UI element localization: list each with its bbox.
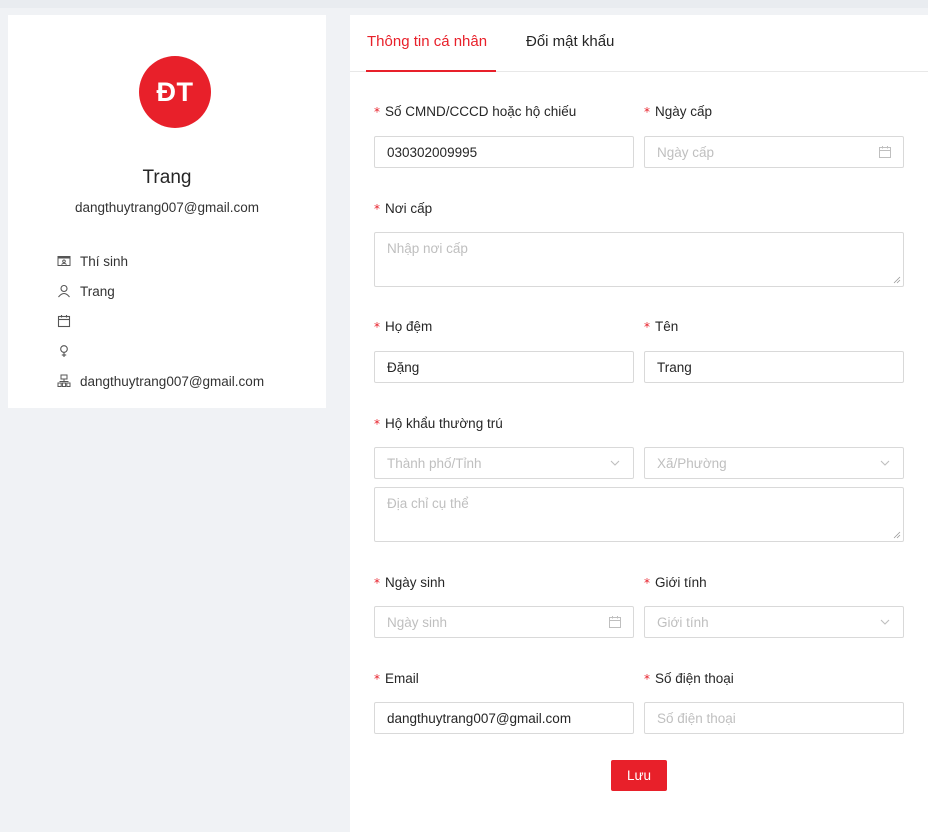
info-organization-text: dangthuytrang007@gmail.com	[80, 373, 265, 389]
middle-name-input[interactable]: Đặng	[374, 351, 634, 383]
issue-date-placeholder: Ngày cấp	[657, 144, 715, 160]
gender-female-icon	[56, 343, 72, 359]
profile-name: Trang	[142, 167, 192, 188]
email-label: * Email	[374, 671, 419, 686]
address-placeholder: Địa chỉ cụ thể	[387, 496, 469, 511]
first-name-label: * Tên	[644, 319, 679, 334]
tab-change-password[interactable]: Đổi mật khẩu	[526, 33, 614, 50]
chevron-down-icon	[608, 456, 622, 470]
info-name-text: Trang	[80, 283, 115, 299]
ward-placeholder: Xã/Phường	[657, 455, 727, 471]
id-number-input[interactable]: 030302009995	[374, 136, 634, 168]
info-row-gender	[56, 336, 264, 366]
address-textarea[interactable]: Địa chỉ cụ thể	[374, 487, 904, 542]
middle-name-label: * Họ đệm	[374, 319, 433, 334]
profile-card: ĐT Trang dangthuytrang007@gmail.com Thí …	[8, 15, 326, 408]
birth-date-label: * Ngày sinh	[374, 575, 446, 590]
issue-date-picker[interactable]: Ngày cấp	[644, 136, 904, 168]
ward-select[interactable]: Xã/Phường	[644, 447, 904, 479]
city-placeholder: Thành phố/Tỉnh	[387, 455, 482, 471]
issue-place-placeholder: Nhập nơi cấp	[387, 241, 468, 256]
chevron-down-icon	[878, 456, 892, 470]
city-select[interactable]: Thành phố/Tỉnh	[374, 447, 634, 479]
info-row-birthdate	[56, 306, 264, 336]
first-name-input[interactable]: Trang	[644, 351, 904, 383]
active-tab-indicator	[366, 70, 496, 72]
phone-label: * Số điện thoại	[644, 671, 734, 686]
profile-info-list: Thí sinh Trang dangthuytrang007@gmail.co…	[56, 246, 264, 396]
issue-place-label: * Nơi cấp	[374, 201, 433, 216]
email-input[interactable]: dangthuytrang007@gmail.com	[374, 702, 634, 734]
issue-date-label: * Ngày cấp	[644, 104, 713, 119]
issue-place-textarea[interactable]: Nhập nơi cấp	[374, 232, 904, 287]
id-number-label: * Số CMND/CCCD hoặc hộ chiếu	[374, 104, 577, 119]
tab-personal-info[interactable]: Thông tin cá nhân	[367, 33, 487, 50]
organization-icon	[56, 373, 72, 389]
info-row-name: Trang	[56, 276, 264, 306]
info-row-role: Thí sinh	[56, 246, 264, 276]
gender-label: * Giới tính	[644, 575, 707, 590]
profile-email: dangthuytrang007@gmail.com	[74, 200, 260, 215]
tab-bar: Thông tin cá nhân Đổi mật khẩu	[350, 15, 928, 72]
user-icon	[56, 283, 72, 299]
avatar: ĐT	[139, 56, 211, 128]
resize-handle-icon[interactable]	[893, 276, 901, 284]
residence-label: * Hộ khẩu thường trú	[374, 416, 503, 431]
calendar-icon	[56, 313, 72, 329]
info-role-text: Thí sinh	[80, 253, 129, 269]
info-row-organization: dangthuytrang007@gmail.com	[56, 366, 264, 396]
birth-date-placeholder: Ngày sinh	[387, 614, 448, 630]
save-button[interactable]: Lưu	[611, 760, 667, 791]
calendar-icon	[608, 615, 622, 629]
birth-date-picker[interactable]: Ngày sinh	[374, 606, 634, 638]
top-bar	[0, 0, 928, 8]
form-panel: Thông tin cá nhân Đổi mật khẩu * Số CMND/…	[350, 15, 928, 832]
resize-handle-icon[interactable]	[893, 531, 901, 539]
id-card-icon	[56, 253, 72, 269]
chevron-down-icon	[878, 615, 892, 629]
gender-placeholder: Giới tính	[657, 614, 709, 630]
gender-select[interactable]: Giới tính	[644, 606, 904, 638]
calendar-icon	[878, 145, 892, 159]
phone-input[interactable]: Số điện thoại	[644, 702, 904, 734]
